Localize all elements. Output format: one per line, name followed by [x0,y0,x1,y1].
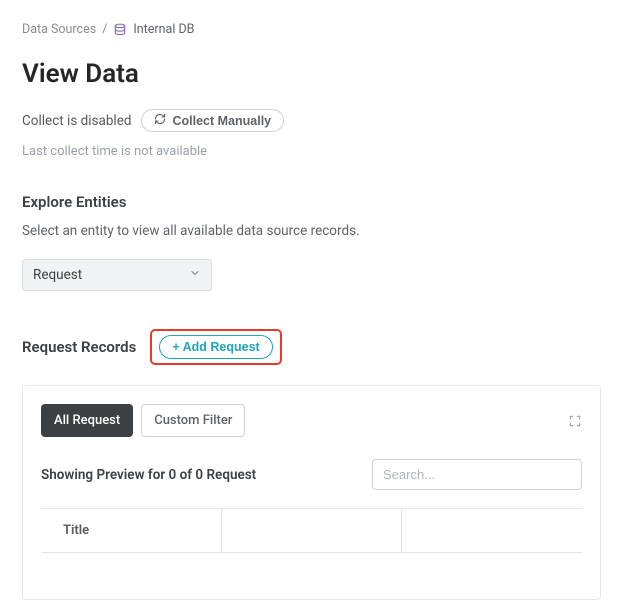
records-tabs: All Request Custom Filter [41,404,245,437]
entity-select[interactable]: Request [22,259,212,291]
expand-icon[interactable] [568,414,582,428]
tab-custom-filter[interactable]: Custom Filter [141,404,245,437]
table-header-row: Title [41,509,582,553]
records-header-row: Request Records + Add Request [22,329,601,365]
breadcrumb-root-link[interactable]: Data Sources [22,22,96,37]
add-request-highlight: + Add Request [150,329,281,365]
table-row [41,553,582,581]
refresh-icon [154,113,166,128]
breadcrumb-current: Internal DB [133,22,194,37]
preview-count-text: Showing Preview for 0 of 0 Request [41,467,256,483]
collect-row: Collect is disabled Collect Manually [22,109,601,132]
table-col-3 [402,509,582,553]
records-title: Request Records [22,338,136,356]
page-title: View Data [22,59,601,89]
tab-all-request[interactable]: All Request [41,404,133,437]
explore-title: Explore Entities [22,193,601,211]
collect-manually-button[interactable]: Collect Manually [141,109,284,132]
add-request-button[interactable]: + Add Request [159,335,272,359]
records-card: All Request Custom Filter Showing Previe… [22,385,601,600]
collect-manually-label: Collect Manually [172,114,271,128]
last-collect-time: Last collect time is not available [22,144,601,159]
records-table: Title [41,508,582,581]
chevron-down-icon [189,267,201,283]
collect-status: Collect is disabled [22,113,131,129]
table-col-2 [221,509,401,553]
explore-subtitle: Select an entity to view all available d… [22,223,601,239]
breadcrumb: Data Sources / Internal DB [22,22,601,37]
breadcrumb-separator: / [102,22,107,37]
entity-select-value: Request [33,267,82,283]
database-icon [113,23,127,37]
search-input[interactable] [372,459,582,490]
table-col-title: Title [41,509,221,553]
